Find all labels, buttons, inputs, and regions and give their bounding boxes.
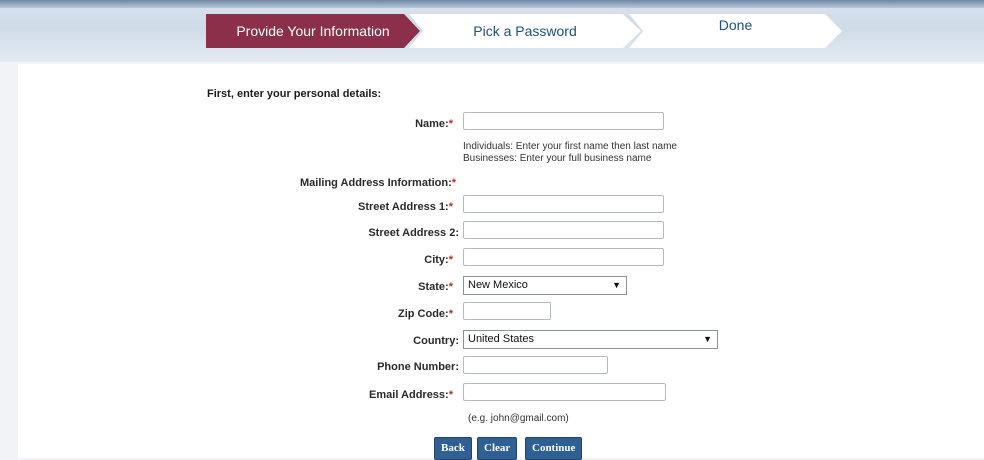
name-hint: Individuals: Enter your first name then … [463,141,677,165]
country-label: Country: [413,335,459,347]
city-input[interactable] [463,248,664,266]
phone-number-input[interactable] [463,356,608,374]
step-label: Provide Your Information [236,23,390,39]
required-marker: * [448,254,453,266]
required-marker: * [448,118,453,130]
city-label: City:* [424,254,453,266]
progress-steps: Provide Your Information Pick a Password… [206,14,846,48]
required-marker: * [448,389,453,401]
step-label: Pick a Password [473,23,577,39]
name-hint-individuals: Individuals: Enter your first name then … [463,141,677,152]
clear-button[interactable]: Clear [477,437,518,460]
step-pick-password: Pick a Password [409,14,641,48]
required-marker: * [448,308,453,320]
chevron-down-icon: ▼ [703,334,712,344]
required-marker: * [451,177,457,189]
country-selected-value: United States [468,333,535,345]
step-provide-information: Provide Your Information [206,14,420,48]
street-address-2-label: Street Address 2: [368,227,459,239]
required-marker: * [448,281,453,293]
street-address-2-input[interactable] [463,221,664,239]
name-hint-businesses: Businesses: Enter your full business nam… [463,153,652,164]
country-select[interactable]: United States ▼ [463,330,718,349]
step-label: Done [718,17,753,33]
form-intro: First, enter your personal details: [207,88,382,100]
continue-button[interactable]: Continue [525,437,583,460]
zip-code-input[interactable] [463,302,551,320]
street-address-1-label: Street Address 1:* [358,201,453,213]
email-address-label: Email Address:* [369,389,453,401]
email-hint: (e.g. john@gmail.com) [468,413,569,424]
name-label: Name:* [415,118,453,130]
step-done: Done [629,14,842,48]
state-select[interactable]: New Mexico ▼ [463,276,627,295]
state-selected-value: New Mexico [468,279,528,291]
mailing-address-label: Mailing Address Information:* [300,177,457,189]
name-input[interactable] [463,112,664,130]
chevron-down-icon: ▼ [612,280,621,290]
required-marker: * [448,201,453,213]
back-button[interactable]: Back [434,437,472,460]
phone-number-label: Phone Number: [377,361,459,373]
zip-code-label: Zip Code:* [398,308,453,320]
street-address-1-input[interactable] [463,195,664,213]
email-address-input[interactable] [463,383,666,401]
state-label: State:* [418,281,453,293]
